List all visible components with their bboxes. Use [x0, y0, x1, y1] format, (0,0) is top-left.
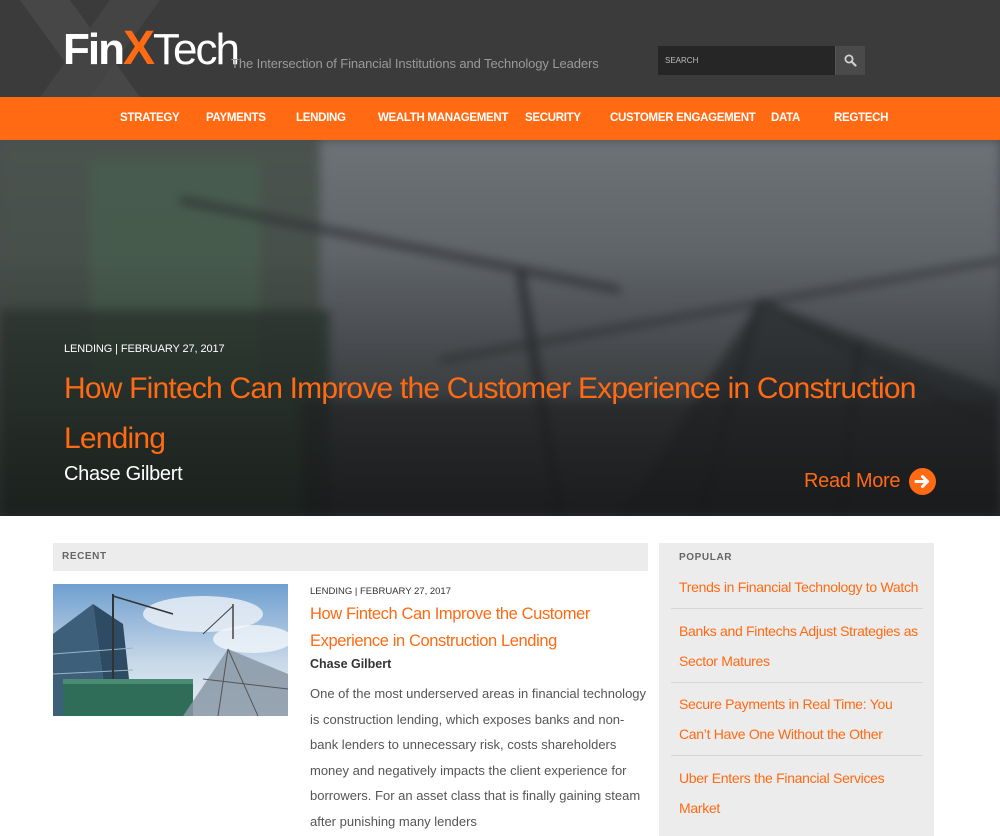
- recent-article-title-link[interactable]: How Fintech Can Improve the Customer Exp…: [310, 601, 640, 655]
- arrow-circle-right-icon: [909, 468, 937, 495]
- popular-divider: [671, 608, 923, 609]
- popular-divider: [671, 682, 923, 683]
- popular-heading: POPULAR: [679, 552, 733, 563]
- nav-item-wealth-management[interactable]: WEALTH MANAGEMENT: [378, 97, 508, 140]
- search-button[interactable]: [835, 46, 865, 75]
- search-input[interactable]: [658, 46, 835, 75]
- article-thumbnail[interactable]: [53, 584, 288, 716]
- nav-item-customer-engagement[interactable]: CUSTOMER ENGAGEMENT: [610, 97, 756, 140]
- popular-divider: [671, 755, 923, 756]
- nav-item-regtech[interactable]: REGTECH: [834, 97, 888, 140]
- hero-feature: LENDING | FEBRUARY 27, 2017 How Fintech …: [0, 140, 1000, 516]
- site-header: Fin X Tech The Intersection of Financial I…: [0, 0, 1000, 97]
- popular-item[interactable]: Banks and Fintechs Adjust Strategies as …: [679, 616, 923, 676]
- article-thumbnail-image: [53, 584, 288, 716]
- nav-item-strategy[interactable]: STRATEGY: [120, 97, 180, 140]
- recent-article-excerpt: One of the most underserved areas in fin…: [310, 686, 647, 829]
- popular-sidebar: POPULAR Trends in Financial Technology t…: [659, 543, 934, 836]
- popular-item[interactable]: Trends in Financial Technology to Watch: [679, 572, 923, 602]
- hero-title-link[interactable]: How Fintech Can Improve the Customer Exp…: [64, 364, 944, 464]
- popular-item[interactable]: Uber Enters the Financial Services Marke…: [679, 763, 923, 823]
- nav-item-security[interactable]: SECURITY: [525, 97, 581, 140]
- read-more-label: Read More: [804, 470, 901, 492]
- recent-section-header: RECENT: [53, 543, 648, 571]
- site-logo[interactable]: Fin X Tech: [63, 22, 240, 75]
- logo-fin: Fin: [63, 25, 125, 74]
- recent-article-author: Chase Gilbert: [310, 657, 392, 671]
- hero-meta: LENDING | FEBRUARY 27, 2017: [64, 343, 225, 355]
- search-box: [658, 46, 865, 75]
- nav-item-data[interactable]: DATA: [771, 97, 800, 140]
- site-tagline: The Intersection of Financial Institutio…: [231, 56, 599, 71]
- recent-heading: RECENT: [62, 551, 107, 562]
- main-nav: STRATEGY PAYMENTS LENDING WEALTH MANAGEM…: [0, 97, 1000, 140]
- logo-x: X: [122, 22, 155, 75]
- popular-item[interactable]: Secure Payments in Real Time: You Can’t …: [679, 689, 923, 749]
- logo-tech: Tech: [153, 25, 240, 74]
- read-more-link[interactable]: Read More: [804, 468, 937, 495]
- recent-article-meta: LENDING | FEBRUARY 27, 2017: [310, 586, 451, 597]
- hero-author: Chase Gilbert: [64, 463, 183, 485]
- search-icon: [844, 54, 857, 67]
- nav-item-lending[interactable]: LENDING: [296, 97, 346, 140]
- nav-item-payments[interactable]: PAYMENTS: [206, 97, 266, 140]
